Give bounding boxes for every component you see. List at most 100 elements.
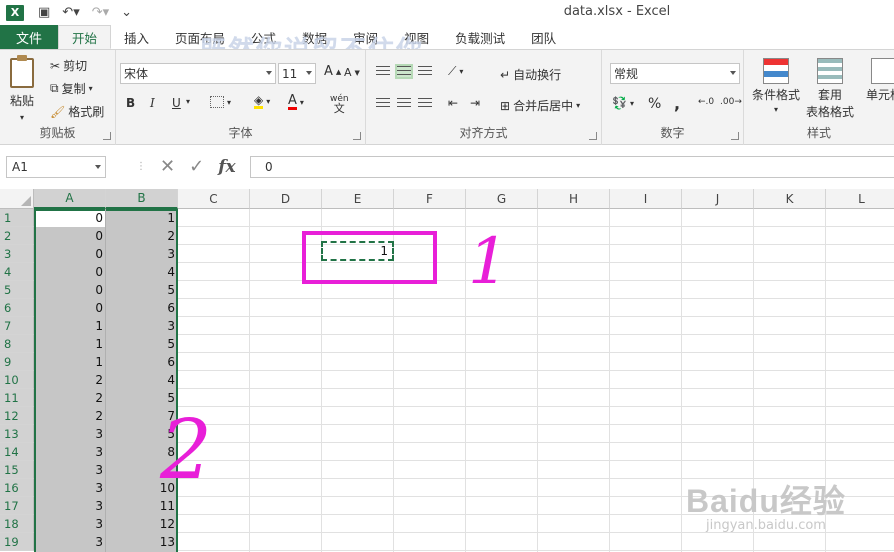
column-header-a[interactable]: A — [34, 189, 106, 209]
row-header[interactable]: 16 — [0, 479, 34, 497]
formula-input[interactable]: 0 — [250, 156, 894, 178]
font-size-select[interactable]: 11 — [278, 63, 316, 84]
save-icon[interactable]: ▣ — [38, 5, 50, 20]
cell[interactable]: 1 — [34, 335, 106, 353]
tab-file[interactable]: 文件 — [0, 25, 58, 49]
cell[interactable]: 1 — [106, 209, 178, 227]
font-color-button[interactable]: A ▾ — [288, 94, 304, 110]
cell[interactable]: 1 — [34, 353, 106, 371]
tab-home[interactable]: 开始 — [58, 25, 112, 49]
underline-button[interactable]: U — [172, 96, 181, 110]
cell[interactable]: 0 — [34, 263, 106, 281]
merge-center-button[interactable]: ⊞ 合并后居中 ▾ — [500, 97, 580, 114]
cell[interactable]: 2 — [34, 407, 106, 425]
cell[interactable]: 0 — [34, 281, 106, 299]
cell[interactable]: 10 — [106, 479, 178, 497]
cell[interactable]: 3 — [106, 245, 178, 263]
row-header[interactable]: 9 — [0, 353, 34, 371]
cell[interactable]: 3 — [106, 317, 178, 335]
cell[interactable]: 3 — [34, 497, 106, 515]
row-header[interactable]: 4 — [0, 263, 34, 281]
cell[interactable]: 6 — [106, 353, 178, 371]
cell[interactable]: 5 — [106, 389, 178, 407]
row-header[interactable]: 17 — [0, 497, 34, 515]
column-header-i[interactable]: I — [610, 189, 682, 209]
row-header[interactable]: 15 — [0, 461, 34, 479]
cell[interactable]: 8 — [106, 443, 178, 461]
column-header-k[interactable]: K — [754, 189, 826, 209]
column-header-l[interactable]: L — [826, 189, 894, 209]
row-header[interactable]: 14 — [0, 443, 34, 461]
copy-button[interactable]: ⧉ 复制 ▾ — [50, 80, 93, 97]
column-header-g[interactable]: G — [466, 189, 538, 209]
decrease-decimal-icon[interactable]: .00→ — [720, 97, 742, 107]
cell[interactable]: 4 — [106, 371, 178, 389]
align-center-button[interactable] — [397, 98, 411, 109]
select-all-button[interactable] — [0, 189, 34, 209]
column-header-j[interactable]: J — [682, 189, 754, 209]
decrease-indent-button[interactable]: ⇤ — [448, 96, 458, 110]
cell[interactable]: 11 — [106, 497, 178, 515]
cut-button[interactable]: ✂ 剪切 — [50, 57, 87, 74]
cell[interactable]: 3 — [34, 461, 106, 479]
cell[interactable]: 3 — [34, 479, 106, 497]
column-header-d[interactable]: D — [250, 189, 322, 209]
accounting-format-button[interactable]: 💱 ▾ — [612, 96, 634, 110]
cell[interactable]: 0 — [34, 227, 106, 245]
column-header-f[interactable]: F — [394, 189, 466, 209]
row-header[interactable]: 10 — [0, 371, 34, 389]
dialog-launcher-icon[interactable] — [589, 132, 597, 140]
copied-cell-e3[interactable]: 1 — [321, 241, 394, 261]
column-header-b[interactable]: B — [106, 189, 178, 209]
cell[interactable]: 12 — [106, 515, 178, 533]
font-name-select[interactable]: 宋体 — [120, 63, 276, 84]
row-header[interactable]: 1 — [0, 209, 34, 227]
cell[interactable]: 1 — [34, 317, 106, 335]
customize-toolbar-icon[interactable]: ⌄ — [121, 5, 132, 20]
cell[interactable]: 7 — [106, 407, 178, 425]
row-header[interactable]: 13 — [0, 425, 34, 443]
cell[interactable]: 3 — [34, 425, 106, 443]
tab-insert[interactable]: 插入 — [111, 25, 162, 49]
cell[interactable]: 3 — [34, 515, 106, 533]
cell[interactable]: 4 — [106, 263, 178, 281]
column-header-e[interactable]: E — [322, 189, 394, 209]
row-header[interactable]: 12 — [0, 407, 34, 425]
align-left-button[interactable] — [376, 98, 390, 109]
cell[interactable]: 2 — [34, 371, 106, 389]
format-painter-button[interactable]: 🖌 格式刷 — [50, 103, 104, 120]
cell[interactable]: 2 — [34, 389, 106, 407]
name-box[interactable]: A1 — [6, 156, 106, 178]
cell[interactable]: 13 — [106, 533, 178, 551]
comma-button[interactable]: , — [674, 94, 680, 113]
insert-function-icon[interactable]: fx — [218, 157, 235, 177]
cell[interactable]: 3 — [34, 443, 106, 461]
conditional-format-button[interactable]: 条件格式 ▾ — [752, 58, 800, 114]
italic-button[interactable]: I — [150, 96, 155, 110]
wrap-text-button[interactable]: ↵ 自动换行 — [500, 66, 561, 83]
tab-page-layout[interactable]: 页面布局 — [162, 25, 238, 49]
cell[interactable]: 3 — [34, 533, 106, 551]
cell[interactable]: 0 — [34, 209, 106, 227]
cell[interactable]: 0 — [34, 245, 106, 263]
cell[interactable]: 5 — [106, 335, 178, 353]
dialog-launcher-icon[interactable] — [103, 132, 111, 140]
row-header[interactable]: 18 — [0, 515, 34, 533]
row-header[interactable]: 11 — [0, 389, 34, 407]
row-header[interactable]: 5 — [0, 281, 34, 299]
increase-indent-button[interactable]: ⇥ — [470, 96, 480, 110]
cancel-icon[interactable]: ✕ — [160, 156, 175, 177]
number-format-select[interactable]: 常规 — [610, 63, 740, 84]
align-middle-button[interactable] — [395, 64, 413, 79]
borders-button[interactable]: ▾ — [210, 96, 231, 108]
chevron-down-icon[interactable]: ▾ — [186, 97, 190, 106]
row-header[interactable]: 8 — [0, 335, 34, 353]
bold-button[interactable]: B — [126, 96, 135, 110]
cell[interactable]: 0 — [34, 299, 106, 317]
increase-font-icon[interactable]: A ▲ — [324, 64, 341, 79]
tab-view[interactable]: 视图 — [391, 25, 442, 49]
row-header[interactable]: 7 — [0, 317, 34, 335]
format-as-table-button[interactable]: 套用 表格格式 — [806, 58, 854, 120]
paste-button[interactable]: 粘贴 ▾ — [10, 55, 34, 122]
cell[interactable]: 2 — [106, 227, 178, 245]
